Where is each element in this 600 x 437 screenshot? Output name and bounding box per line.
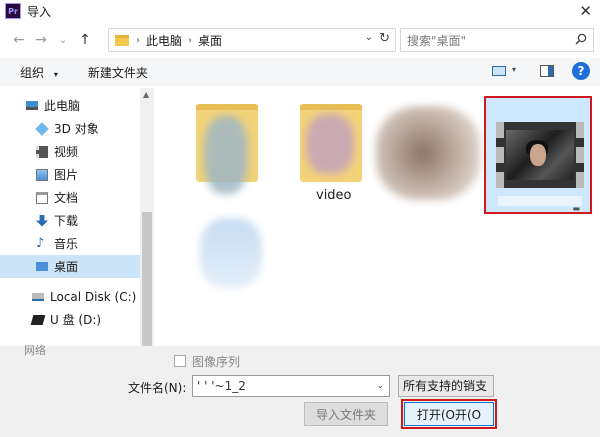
dialog-footer: 网络 图像序列 文件名(N): ' ' '~1_2 ⌄ 所有支持的销支 导入文件… xyxy=(0,344,600,437)
image-sequence-label: 图像序列 xyxy=(192,355,241,369)
file-list-area: video ▬ xyxy=(154,88,600,346)
file-item-blurred-image[interactable] xyxy=(376,100,484,204)
nav-item-this-pc[interactable]: 此电脑 xyxy=(0,94,140,117)
up-arrow-icon[interactable]: ↑ xyxy=(74,29,96,51)
address-dropdown-icon[interactable]: ⌄ xyxy=(365,32,373,43)
filename-dropdown-icon[interactable]: ⌄ xyxy=(376,376,384,396)
pixelated-content xyxy=(306,114,354,174)
pixelated-content xyxy=(200,218,262,288)
recent-locations-chevron-icon[interactable]: ⌄ xyxy=(52,29,74,51)
preview-pane-icon[interactable] xyxy=(540,65,554,77)
scroll-up-icon[interactable]: ▲ xyxy=(143,90,149,99)
organize-button[interactable]: 组织 ▾ xyxy=(20,64,58,81)
videos-icon xyxy=(36,145,48,158)
file-type-filter-select[interactable]: 所有支持的销支 xyxy=(398,375,494,397)
nav-item-usb-drive-d[interactable]: U 盘 (D:) xyxy=(0,308,140,331)
nav-item-videos[interactable]: 视频 xyxy=(0,140,140,163)
search-placeholder: 搜索"桌面" xyxy=(407,33,467,48)
file-label: video xyxy=(316,188,352,203)
file-item-blurred-folder[interactable] xyxy=(190,98,270,208)
desktop-icon xyxy=(36,262,48,271)
forward-arrow-icon[interactable]: → xyxy=(30,29,52,51)
file-item-selected-video[interactable]: ▬ xyxy=(484,96,592,214)
new-folder-button[interactable]: 新建文件夹 xyxy=(88,64,148,81)
premiere-app-icon: Pr xyxy=(5,3,21,19)
navigation-scrollbar[interactable]: ▲ xyxy=(140,88,154,346)
view-dropdown-caret-icon[interactable]: ▾ xyxy=(512,65,516,74)
file-item-blurred-file[interactable] xyxy=(198,216,264,292)
documents-icon xyxy=(36,191,48,204)
nav-item-pictures[interactable]: 图片 xyxy=(0,163,140,186)
computer-icon xyxy=(26,101,38,110)
title-bar: Pr 导入 ✕ xyxy=(0,0,600,22)
music-icon: ♪ xyxy=(36,235,45,251)
back-arrow-icon[interactable]: ← xyxy=(8,29,30,51)
window-title: 导入 xyxy=(27,4,52,19)
nav-item-network-partial[interactable]: 网络 xyxy=(24,342,46,358)
nav-item-documents[interactable]: 文档 xyxy=(0,186,140,209)
breadcrumb-desktop[interactable]: 桌面 xyxy=(198,32,222,49)
disk-icon xyxy=(32,292,44,301)
nav-item-music[interactable]: ♪ 音乐 xyxy=(0,232,140,255)
video-thumbnail xyxy=(496,122,584,188)
nav-item-downloads[interactable]: 下载 xyxy=(0,209,140,232)
organize-caret-icon: ▾ xyxy=(53,69,58,79)
refresh-icon[interactable]: ↻ xyxy=(379,31,390,46)
usb-drive-icon xyxy=(30,314,46,325)
nav-item-desktop[interactable]: 桌面 xyxy=(0,255,140,278)
address-bar[interactable]: › 此电脑 › 桌面 ⌄ ↻ xyxy=(108,28,396,52)
caption-mark: ▬ xyxy=(572,204,580,213)
address-row: ← → ⌄ ↑ › 此电脑 › 桌面 ⌄ ↻ 搜索"桌面" xyxy=(0,26,600,54)
breadcrumb-this-pc[interactable]: 此电脑 xyxy=(146,32,182,49)
search-icon xyxy=(575,33,587,45)
folder-icon xyxy=(115,34,129,46)
command-toolbar: 组织 ▾ 新建文件夹 ▾ ? xyxy=(0,58,600,86)
scrollbar-thumb[interactable] xyxy=(142,212,152,346)
breadcrumb-separator-icon: › xyxy=(136,34,140,46)
nav-item-3d-objects[interactable]: 3D 对象 xyxy=(0,117,140,140)
change-view-icon[interactable] xyxy=(492,66,506,76)
close-icon[interactable]: ✕ xyxy=(579,2,592,20)
search-input[interactable]: 搜索"桌面" xyxy=(400,28,594,52)
open-button[interactable]: 打开(O开(O xyxy=(401,399,497,429)
pictures-icon xyxy=(36,168,48,181)
import-folder-button[interactable]: 导入文件夹 xyxy=(304,402,388,426)
nav-item-local-disk-c[interactable]: Local Disk (C:) xyxy=(0,285,140,308)
breadcrumb-separator-icon: › xyxy=(188,34,193,46)
image-sequence-checkbox[interactable] xyxy=(174,355,186,367)
file-caption-placeholder xyxy=(498,196,582,206)
3d-objects-icon xyxy=(35,121,49,136)
pixelated-content xyxy=(204,116,248,194)
navigation-pane: 此电脑 3D 对象 视频 图片 文档 下载 ♪ 音乐 桌面 Local Disk… xyxy=(0,88,154,346)
file-item-video-folder[interactable]: video xyxy=(294,98,374,208)
help-icon[interactable]: ? xyxy=(572,62,590,80)
pixelated-content xyxy=(376,106,480,200)
downloads-icon xyxy=(36,214,48,227)
filename-label: 文件名(N): xyxy=(128,381,187,395)
filename-input[interactable]: ' ' '~1_2 ⌄ xyxy=(192,375,390,397)
